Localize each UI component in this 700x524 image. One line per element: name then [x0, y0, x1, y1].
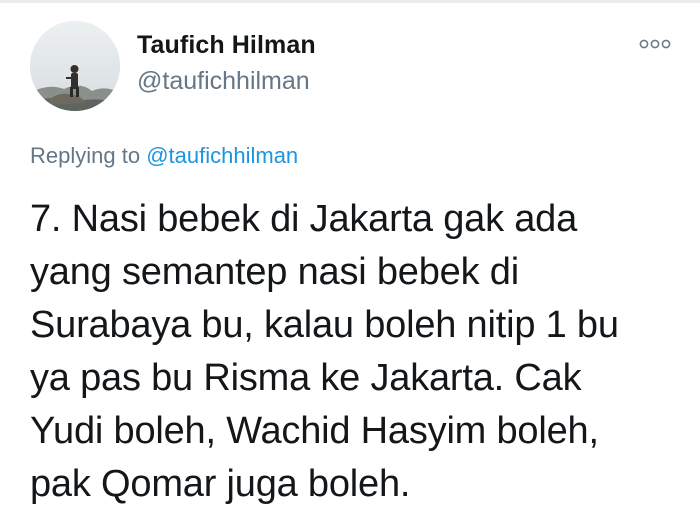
- tweet-card: Taufich Hilman @taufichhilman Replying t…: [0, 0, 700, 524]
- replying-to-label: Replying to: [30, 143, 141, 168]
- replying-to: Replying to @taufichhilman: [30, 143, 298, 169]
- more-options-icon: [639, 39, 671, 49]
- profile-photo: [30, 21, 120, 111]
- top-divider: [0, 0, 700, 3]
- tweet-text: 7. Nasi bebek di Jakarta gak ada yang se…: [30, 198, 619, 505]
- reply-target-link[interactable]: @taufichhilman: [146, 143, 298, 168]
- user-handle[interactable]: @taufichhilman: [137, 67, 310, 96]
- avatar[interactable]: [30, 21, 120, 111]
- display-name[interactable]: Taufich Hilman: [137, 31, 316, 60]
- more-options-button[interactable]: [636, 32, 676, 56]
